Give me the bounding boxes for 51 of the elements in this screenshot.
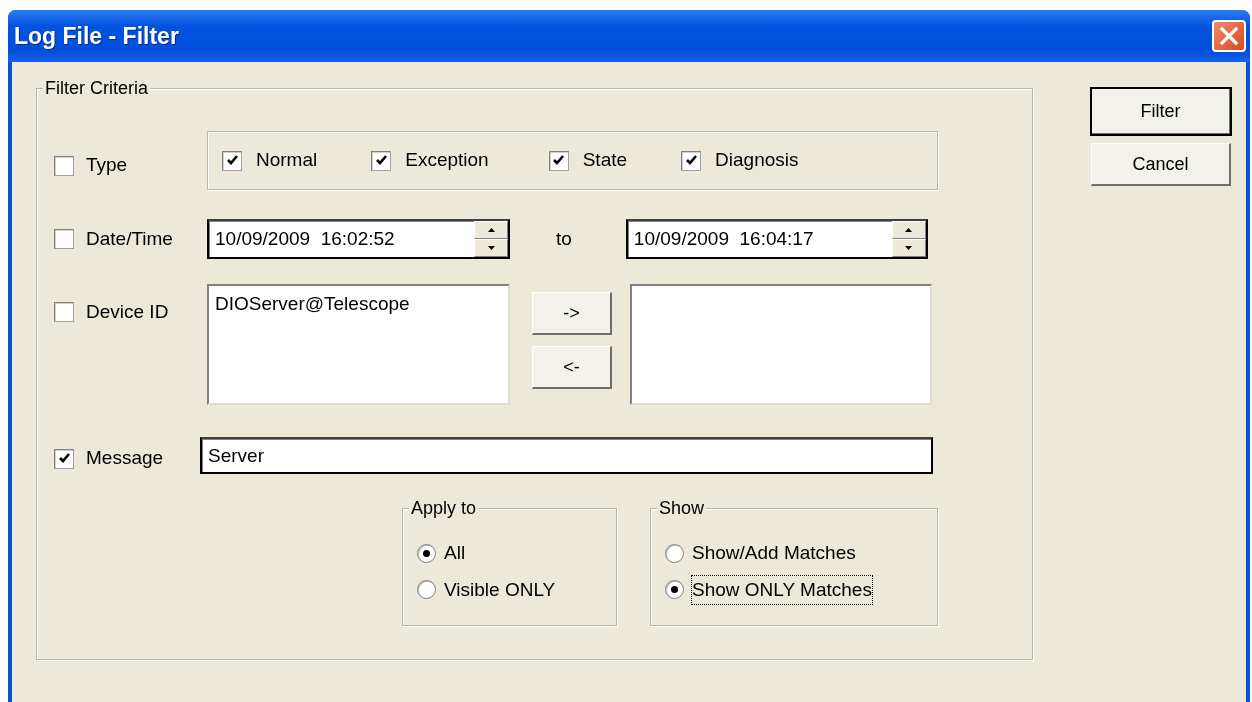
checkbox-label: Device ID xyxy=(86,300,169,324)
move-button[interactable]: <- xyxy=(532,346,612,389)
checkbox[interactable] xyxy=(54,229,74,249)
checkbox-label: Normal xyxy=(256,148,318,173)
checkmark-icon xyxy=(57,452,71,465)
checkmark-icon xyxy=(684,154,698,167)
checkbox-label: Exception xyxy=(405,148,489,173)
move-button[interactable]: -> xyxy=(532,292,612,335)
window-title: Log File - Filter xyxy=(14,21,179,51)
checkbox-label: Date/Time xyxy=(86,226,173,251)
to-label: to xyxy=(556,226,572,251)
checkbox[interactable] xyxy=(54,448,74,469)
checkmark-icon xyxy=(374,154,388,167)
date-time-field[interactable]: 10/09/2009 16:02:52 xyxy=(207,219,510,259)
checkbox[interactable] xyxy=(371,150,392,171)
radio-button[interactable] xyxy=(665,543,684,563)
radio-label: Show/Add Matches xyxy=(692,541,856,565)
radio-label: All xyxy=(444,541,466,565)
selected-device-list[interactable] xyxy=(630,284,932,405)
radio-label: Show ONLY Matches xyxy=(692,575,872,604)
checkbox-label: Message xyxy=(86,446,164,471)
checkbox[interactable] xyxy=(681,150,702,171)
checkbox[interactable] xyxy=(54,155,74,176)
close-button[interactable] xyxy=(1212,20,1246,52)
radio-button[interactable] xyxy=(665,580,684,600)
list-item[interactable]: DIOServer@Telescope xyxy=(215,290,502,319)
checkmark-icon xyxy=(552,154,566,167)
dialog-button[interactable]: Cancel xyxy=(1091,143,1231,186)
checkbox-label: Diagnosis xyxy=(715,148,799,173)
close-icon xyxy=(1219,26,1239,46)
radio-button[interactable] xyxy=(417,580,436,600)
checkmark-icon xyxy=(225,154,239,167)
radio-label: Visible ONLY xyxy=(444,577,556,602)
device-list[interactable]: DIOServer@Telescope xyxy=(207,284,510,405)
up-arrow-icon xyxy=(487,228,495,232)
date-time-field[interactable]: 10/09/2009 16:04:17 xyxy=(625,219,928,259)
message-field[interactable]: Server xyxy=(200,437,933,474)
checkbox[interactable] xyxy=(548,150,569,171)
down-arrow-icon xyxy=(905,246,913,250)
checkbox[interactable] xyxy=(222,150,242,171)
dialog-button[interactable]: Filter xyxy=(1091,88,1231,135)
up-arrow-icon xyxy=(905,228,913,232)
spin-up-button[interactable] xyxy=(891,221,926,239)
spin-down-button[interactable] xyxy=(891,239,926,257)
checkbox-label: State xyxy=(582,148,628,173)
down-arrow-icon xyxy=(487,246,495,250)
spin-up-button[interactable] xyxy=(474,221,508,239)
radio-button[interactable] xyxy=(417,543,436,563)
checkbox-label: Type xyxy=(86,153,128,178)
spin-down-button[interactable] xyxy=(474,239,508,257)
checkbox[interactable] xyxy=(54,302,74,323)
